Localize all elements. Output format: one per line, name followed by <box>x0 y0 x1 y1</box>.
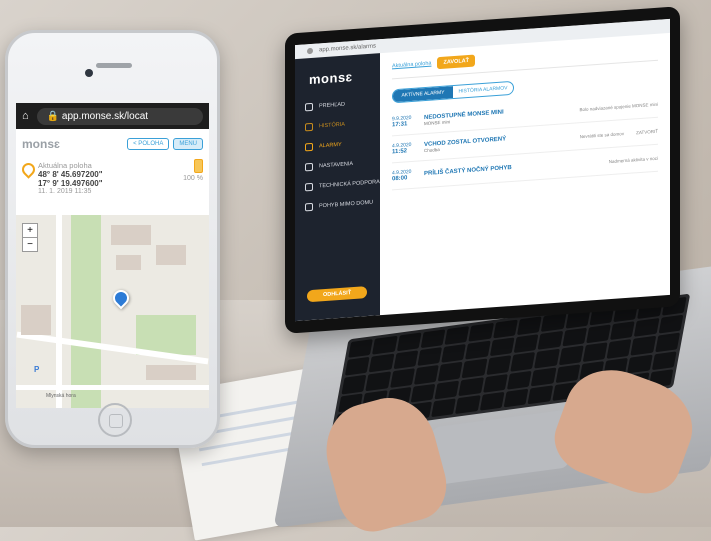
browser-url: app.monse.sk/alarms <box>319 43 377 54</box>
close-alarm-button[interactable]: ZATVORIŤ <box>636 128 658 135</box>
app-logo: monsɛ <box>309 69 353 88</box>
map-zoom-control: + − <box>22 223 38 252</box>
history-icon <box>305 122 313 132</box>
menu-button[interactable]: MENU <box>173 138 203 150</box>
phone-url-bar[interactable]: ⌂ 🔒 app.monse.sk/locat <box>16 103 209 129</box>
smartphone: ⌂ 🔒 app.monse.sk/locat monsɛ < POLOHA ME… <box>5 30 220 448</box>
phone-app-header: monsɛ < POLOHA MENU <box>16 129 209 159</box>
main-content: Aktuálna poloha ZAVOLAŤ AKTÍVNE ALARMY H… <box>380 33 670 315</box>
zoom-in-button[interactable]: + <box>23 224 37 237</box>
battery-icon <box>194 159 203 173</box>
map-marker-icon[interactable] <box>109 286 133 310</box>
walk-icon <box>305 202 313 212</box>
location-info: Aktuálna poloha 48° 8' 45.697200" 17° 9'… <box>16 159 209 201</box>
alarm-icon <box>305 142 313 152</box>
zoom-out-button[interactable]: − <box>23 237 37 251</box>
location-label: Aktuálna poloha <box>38 161 92 170</box>
phone-app-logo: monsɛ <box>22 137 60 151</box>
location-date: 11. 1. 2019 11:35 <box>38 188 92 195</box>
phone-camera <box>85 69 93 77</box>
latitude: 48° 8' 45.697200" <box>38 170 103 179</box>
phone-url: app.monse.sk/locat <box>61 110 149 122</box>
current-location-link[interactable]: Aktuálna poloha <box>392 61 431 70</box>
home-icon[interactable]: ⌂ <box>22 110 29 122</box>
battery-indicator: 100 % <box>183 159 203 182</box>
phone-screen: ⌂ 🔒 app.monse.sk/locat monsɛ < POLOHA ME… <box>16 103 209 408</box>
phone-speaker <box>96 63 132 68</box>
logout-button[interactable]: ODHLÁSIŤ <box>307 286 367 303</box>
poloha-button[interactable]: < POLOHA <box>127 138 170 150</box>
settings-icon <box>305 162 313 172</box>
battery-level: 100 % <box>183 175 203 182</box>
sidebar: monsɛ PREHĽAD HISTÓRIA ALARMY NASTAVENIA… <box>295 53 380 322</box>
call-button[interactable]: ZAVOLAŤ <box>437 54 476 70</box>
headset-icon <box>305 182 313 192</box>
laptop-screen: app.monse.sk/alarms monsɛ PREHĽAD HISTÓR… <box>285 6 680 334</box>
street-label: Mlynská hora <box>46 393 76 399</box>
lock-icon: 🔒 <box>46 110 60 122</box>
home-icon <box>305 102 313 112</box>
map[interactable]: + − P Mlynská hora <box>16 215 209 408</box>
tab-active-alarms[interactable]: AKTÍVNE ALARMY <box>393 86 453 103</box>
phone-home-button[interactable] <box>98 403 132 437</box>
alarm-tabs: AKTÍVNE ALARMY HISTÓRIA ALARMOV <box>392 80 514 104</box>
location-pin-icon <box>19 160 38 179</box>
longitude: 17° 9' 19.497600" <box>38 179 103 188</box>
tab-alarm-history[interactable]: HISTÓRIA ALARMOV <box>453 82 513 98</box>
parking-label: P <box>34 365 40 374</box>
